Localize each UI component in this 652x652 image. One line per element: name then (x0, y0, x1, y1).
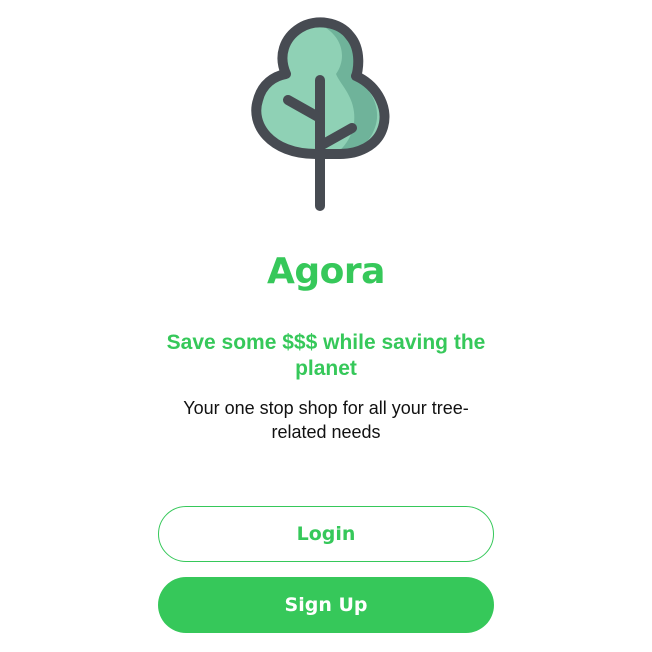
tree-icon (251, 17, 390, 211)
signup-button-label: Sign Up (284, 594, 368, 616)
login-button[interactable]: Login (158, 506, 494, 562)
tagline: Save some $$$ while saving the planet (166, 331, 486, 380)
app-title: Agora (267, 251, 385, 292)
subtitle: Your one stop shop for all your tree-rel… (183, 398, 469, 442)
signup-button[interactable]: Sign Up (158, 577, 494, 633)
login-button-label: Login (296, 523, 356, 545)
welcome-screen: Agora Save some $$$ while saving the pla… (0, 0, 652, 652)
